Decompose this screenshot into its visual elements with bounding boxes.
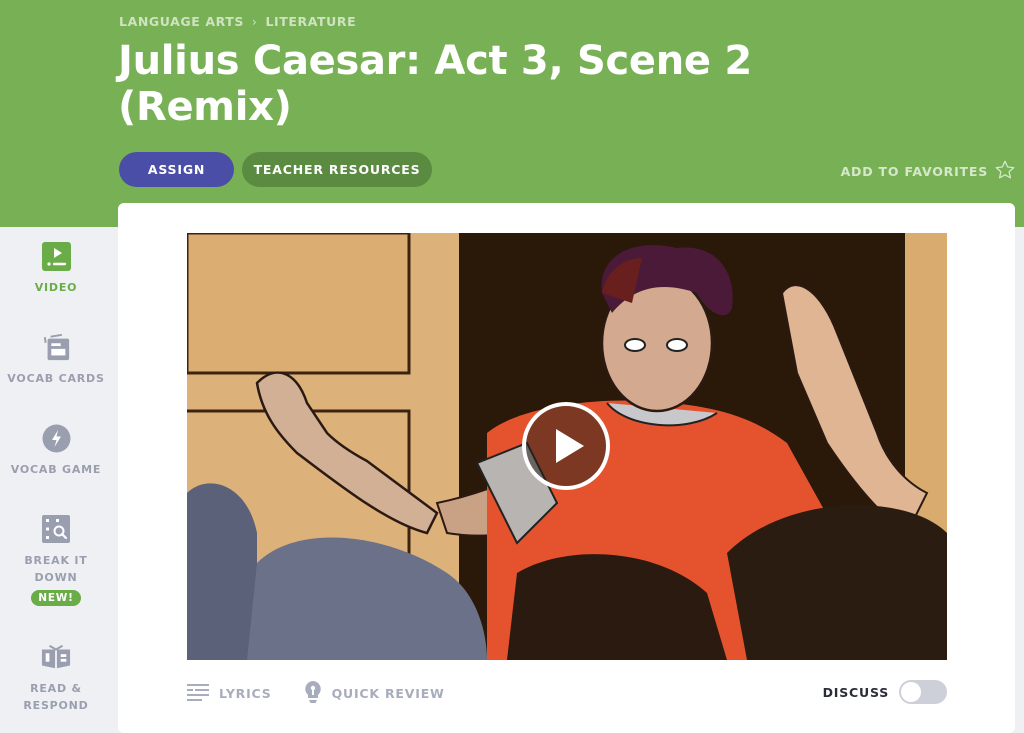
vocab-cards-icon [41, 332, 71, 362]
breadcrumb-literature[interactable]: LITERATURE [265, 14, 356, 29]
tab-quick-review[interactable]: QUICK REVIEW [304, 680, 445, 707]
sidebar-item-vocab-game[interactable]: VOCAB GAME [0, 423, 112, 478]
sidebar-item-break-it-down[interactable]: BREAK IT DOWN NEW! [0, 514, 112, 606]
breadcrumb-language-arts[interactable]: LANGUAGE ARTS [119, 14, 244, 29]
new-badge: NEW! [31, 590, 81, 606]
lightbulb-icon [304, 680, 322, 707]
play-icon [555, 429, 584, 463]
teacher-resources-button[interactable]: TEACHER RESOURCES [242, 152, 432, 187]
content-card: LYRICS QUICK REVIEW DISCUSS [118, 203, 1015, 733]
sidebar-item-video[interactable]: VIDEO [0, 241, 112, 296]
video-icon [41, 241, 71, 271]
lyrics-icon [187, 683, 209, 704]
discuss-toggle-group: DISCUSS [823, 680, 947, 704]
play-button[interactable] [522, 402, 610, 490]
sidebar-label: VOCAB GAME [10, 463, 102, 476]
breadcrumb-separator-icon: › [252, 14, 258, 29]
video-player[interactable] [187, 233, 947, 660]
sidebar-label: BREAK IT DOWN [24, 554, 88, 584]
tab-lyrics-label: LYRICS [219, 685, 272, 701]
lightning-icon [41, 423, 71, 453]
sidebar-label: VOCAB CARDS [7, 372, 105, 385]
page-title: Julius Caesar: Act 3, Scene 2 (Remix) [118, 38, 752, 130]
tab-quick-review-label: QUICK REVIEW [331, 685, 445, 701]
breadcrumb: LANGUAGE ARTS › LITERATURE [119, 14, 356, 29]
sidebar: VIDEO VOCAB CARDS VOCAB GAME BREAK IT DO… [0, 227, 112, 727]
add-to-favorites-button[interactable]: ADD TO FAVORITES [841, 159, 1016, 184]
book-icon [41, 642, 71, 672]
break-it-down-icon [41, 514, 71, 544]
sidebar-label: READ & RESPOND [23, 682, 89, 712]
page-header: LANGUAGE ARTS › LITERATURE Julius Caesar… [0, 0, 1024, 227]
sidebar-item-read-and-respond[interactable]: READ & RESPOND [0, 642, 112, 714]
content-tabs: LYRICS QUICK REVIEW DISCUSS [187, 678, 947, 708]
discuss-toggle[interactable] [899, 680, 947, 704]
add-to-favorites-label: ADD TO FAVORITES [840, 164, 988, 179]
assign-button[interactable]: ASSIGN [119, 152, 234, 187]
sidebar-item-vocab-cards[interactable]: VOCAB CARDS [0, 332, 112, 387]
discuss-label: DISCUSS [822, 684, 889, 700]
sidebar-label: VIDEO [34, 281, 78, 294]
tab-lyrics[interactable]: LYRICS [187, 683, 272, 704]
star-outline-icon [994, 159, 1016, 184]
toggle-knob [901, 682, 921, 702]
